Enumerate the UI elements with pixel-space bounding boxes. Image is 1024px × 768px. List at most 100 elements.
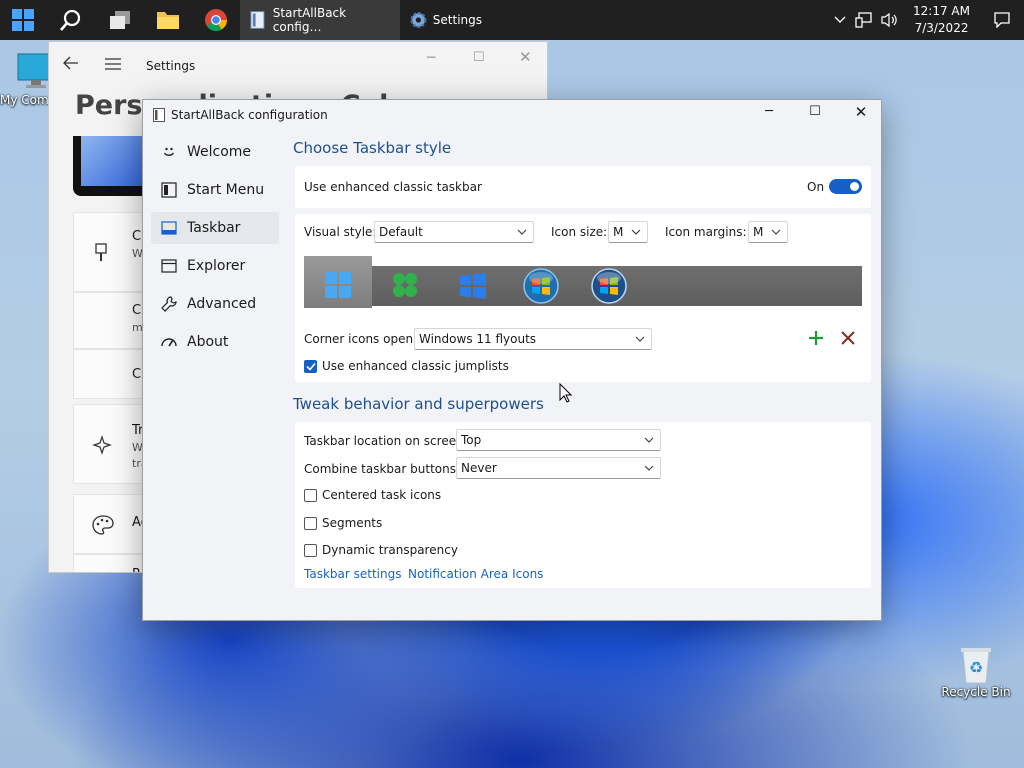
clock[interactable]: 12:17 AM 7/3/2022	[903, 3, 980, 37]
window-title: StartAllBack configuration	[171, 108, 328, 122]
checkbox-box[interactable]	[304, 516, 317, 530]
minimize-button[interactable]: ─	[427, 50, 435, 66]
close-button[interactable]: ✕	[847, 103, 875, 125]
enhanced-taskbar-label: Use enhanced classic taskbar	[304, 180, 482, 194]
corner-icons-select[interactable]: Windows 11 flyouts	[414, 328, 652, 350]
nav-item-explorer[interactable]: Explorer	[151, 250, 279, 282]
recycle-bin-icon: ♻	[961, 648, 991, 684]
task-view-button[interactable]	[96, 0, 144, 40]
chevron-down-icon	[631, 229, 641, 235]
close-button[interactable]: ✕	[519, 48, 532, 66]
combine-buttons-select[interactable]: Never	[456, 457, 661, 479]
gear-icon	[410, 12, 427, 28]
desktop-icon-my-computer[interactable]: My Com	[0, 52, 55, 107]
network-button[interactable]	[851, 0, 877, 40]
style-preview-windows11[interactable]	[304, 256, 372, 308]
style-preview-clover[interactable]	[392, 272, 418, 301]
start-button[interactable]	[0, 0, 46, 40]
settings-window-title: Settings	[146, 59, 196, 73]
enhanced-taskbar-toggle[interactable]	[829, 179, 862, 194]
notification-center-button[interactable]	[980, 0, 1024, 40]
search-button[interactable]	[46, 0, 96, 40]
style-preview-windows10[interactable]	[460, 273, 486, 302]
enhanced-taskbar-row: Use enhanced classic taskbar On	[295, 166, 871, 208]
clock-time: 12:17 AM	[913, 4, 970, 18]
taskbar-app-startallback[interactable]: StartAllBack config…	[240, 0, 400, 40]
desktop-icon-label: My Com	[0, 93, 49, 107]
nav-item-label: About	[187, 334, 229, 350]
jumplists-label: Use enhanced classic jumplists	[322, 359, 509, 373]
taskbar-app-settings[interactable]: Settings	[400, 0, 492, 40]
desktop-icon-recycle-bin[interactable]: ♻ Recycle Bin	[940, 645, 1012, 699]
visual-style-select[interactable]: Default	[374, 221, 534, 243]
style-preview-windows-vista[interactable]	[591, 268, 627, 307]
svg-text:♻: ♻	[969, 658, 983, 677]
windows-icon	[12, 9, 34, 31]
taskbar-location-select[interactable]: Top	[456, 429, 661, 451]
nav-item-start-menu[interactable]: Start Menu	[151, 174, 279, 206]
nav-item-label: Start Menu	[187, 182, 265, 198]
hamburger-menu-button[interactable]	[105, 58, 121, 73]
checkbox-box[interactable]	[304, 488, 317, 502]
dynamic-transparency-checkbox[interactable]: Dynamic transparency	[304, 543, 458, 557]
gauge-icon	[161, 338, 177, 347]
icon-margins-value: M	[753, 225, 764, 239]
taskbar-app-label: StartAllBack config…	[272, 6, 347, 34]
taskbar-settings-link[interactable]: Taskbar settings	[304, 567, 401, 581]
style-preview-strip	[304, 256, 862, 308]
checkbox-box[interactable]	[304, 543, 317, 557]
chevron-up-icon	[834, 16, 846, 23]
mouse-cursor-icon	[559, 383, 572, 403]
visual-style-value: Default	[379, 225, 423, 239]
minimize-button[interactable]: ─	[755, 104, 783, 126]
search-icon	[60, 9, 81, 31]
maximize-button[interactable]: ☐	[801, 104, 829, 126]
notification-icon	[994, 12, 1010, 28]
hamburger-icon	[105, 58, 121, 70]
back-button[interactable]	[63, 56, 79, 73]
icon-margins-select[interactable]: M	[748, 221, 788, 243]
wrench-icon	[161, 296, 177, 312]
file-explorer-button[interactable]	[144, 0, 192, 40]
start-menu-icon	[161, 182, 177, 198]
startallback-icon	[250, 11, 265, 29]
clover-logo-icon	[393, 273, 417, 297]
notification-area-icons-link[interactable]: Notification Area Icons	[408, 567, 543, 581]
nav-item-welcome[interactable]: Welcome	[151, 136, 279, 168]
segments-checkbox[interactable]: Segments	[304, 516, 382, 530]
chevron-down-icon	[644, 437, 654, 443]
remove-button[interactable]	[841, 331, 855, 348]
chevron-down-icon	[771, 229, 781, 235]
taskbar: StartAllBack config… Settings 12:17 AM 7…	[0, 0, 1024, 40]
centered-icons-checkbox[interactable]: Centered task icons	[304, 488, 441, 502]
taskbar-app-label: Settings	[432, 13, 482, 27]
chrome-button[interactable]	[192, 0, 240, 40]
folder-icon	[157, 12, 179, 29]
jumplists-checkbox[interactable]: Use enhanced classic jumplists	[304, 359, 509, 373]
centered-icons-label: Centered task icons	[322, 488, 442, 502]
speaker-icon	[881, 12, 897, 28]
taskbar-location-value: Top	[461, 433, 482, 447]
segments-label: Segments	[322, 516, 383, 530]
nav-item-label: Advanced	[187, 296, 257, 312]
desktop-icon-label: Recycle Bin	[941, 685, 1011, 699]
add-button[interactable]	[808, 330, 824, 349]
nav-item-label: Welcome	[187, 144, 252, 160]
windows11-logo-icon	[325, 272, 351, 298]
clock-date: 7/3/2022	[914, 21, 969, 35]
visual-style-label: Visual style:	[304, 225, 377, 239]
style-preview-windows7[interactable]	[523, 268, 559, 307]
palette-icon	[92, 515, 114, 535]
corner-icons-value: Windows 11 flyouts	[419, 332, 537, 346]
startallback-window: StartAllBack configuration ─ ☐ ✕ Welcome…	[142, 99, 882, 621]
nav-item-taskbar[interactable]: Taskbar	[151, 212, 279, 244]
nav-item-advanced[interactable]: Advanced	[151, 288, 279, 320]
volume-button[interactable]	[877, 0, 903, 40]
chevron-down-icon	[644, 465, 654, 471]
checkbox-box[interactable]	[304, 359, 317, 373]
tray-overflow-button[interactable]	[829, 0, 851, 40]
close-icon	[841, 331, 855, 345]
icon-size-select[interactable]: M	[608, 221, 648, 243]
maximize-button[interactable]: ☐	[473, 50, 485, 65]
nav-item-about[interactable]: About	[151, 326, 279, 358]
